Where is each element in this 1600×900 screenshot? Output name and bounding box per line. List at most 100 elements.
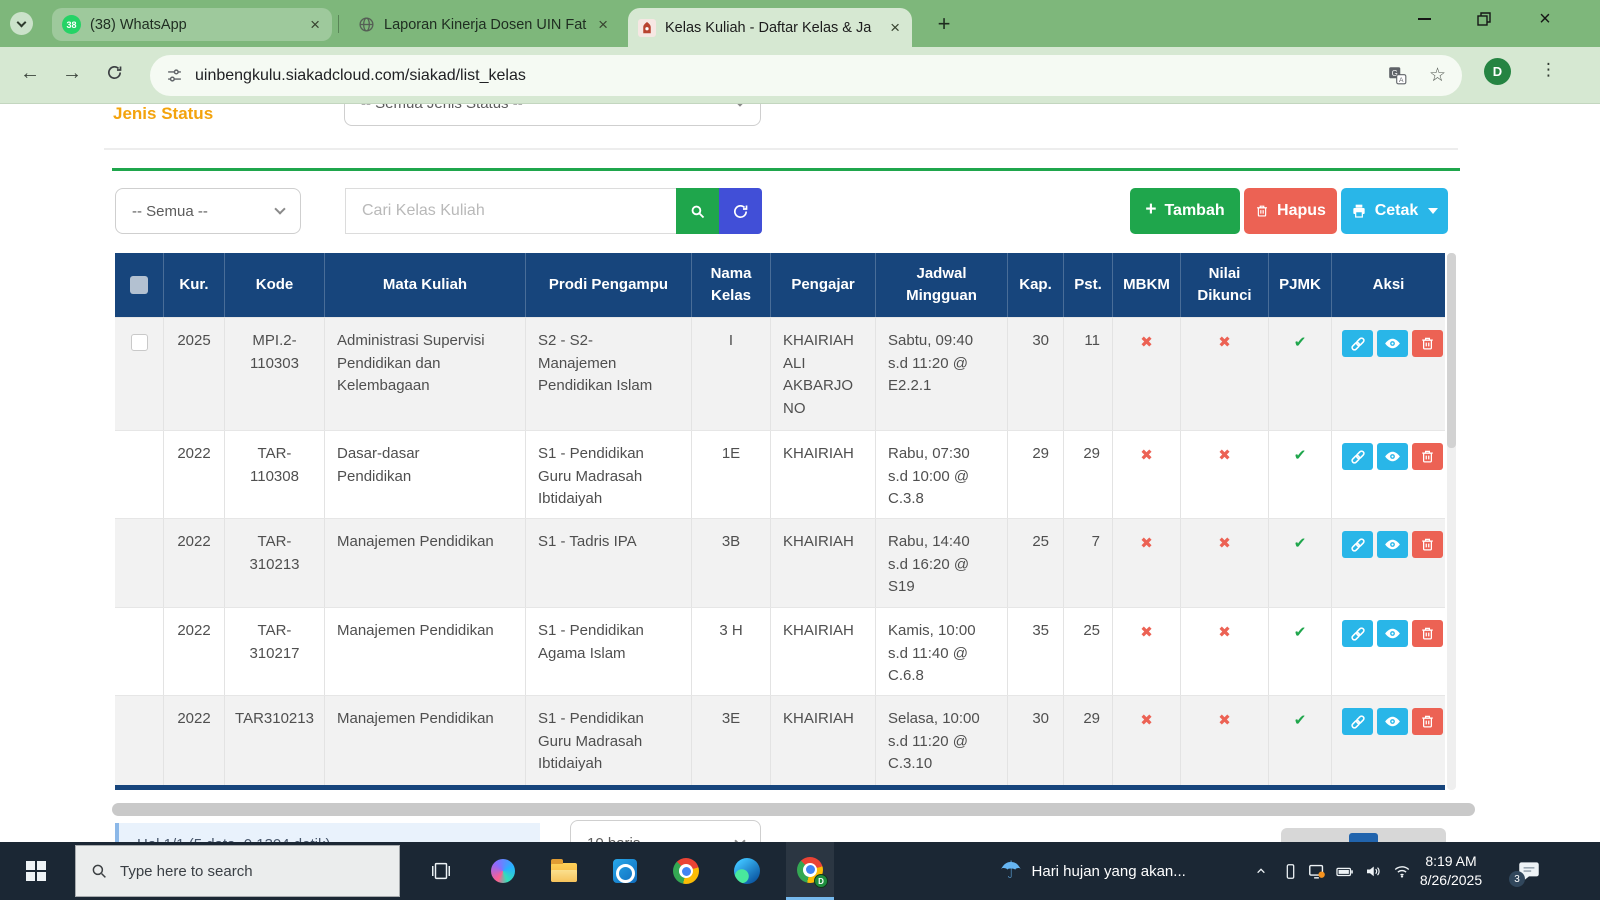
- pjmk-status-icon: ✔: [1294, 533, 1307, 556]
- cell-kur: 2022: [164, 608, 225, 695]
- link-action-button[interactable]: [1342, 330, 1373, 357]
- delete-action-button[interactable]: [1412, 443, 1443, 470]
- tab-close-icon[interactable]: ×: [888, 18, 902, 38]
- filter-select[interactable]: -- Semua --: [115, 188, 301, 234]
- minimize-button[interactable]: [1401, 0, 1447, 38]
- delete-action-button[interactable]: [1412, 620, 1443, 647]
- delete-action-button[interactable]: [1412, 708, 1443, 735]
- tab-kelas-kuliah-active[interactable]: Kelas Kuliah - Daftar Kelas & Ja ×: [628, 8, 912, 47]
- row-checkbox[interactable]: [131, 334, 148, 351]
- search-input[interactable]: [345, 188, 676, 234]
- view-action-button[interactable]: [1377, 531, 1408, 558]
- site-settings-icon[interactable]: [166, 67, 183, 84]
- taskbar-search[interactable]: Type here to search: [75, 845, 400, 897]
- pjmk-status-icon: ✔: [1294, 710, 1307, 733]
- task-view-button[interactable]: [428, 858, 454, 884]
- browser-menu-icon[interactable]: ⋮: [1540, 60, 1557, 80]
- action-center-button[interactable]: 3: [1516, 858, 1542, 884]
- start-button[interactable]: [12, 842, 60, 900]
- tab-search-button[interactable]: [10, 12, 33, 35]
- tambah-button[interactable]: + Tambah: [1130, 188, 1240, 234]
- jenis-status-value: -- Semua Jenis Status --: [361, 104, 523, 112]
- edge-button[interactable]: [734, 858, 760, 884]
- view-action-button[interactable]: [1377, 443, 1408, 470]
- copilot-button[interactable]: [490, 858, 516, 884]
- search-button[interactable]: [676, 188, 719, 234]
- tab-close-icon[interactable]: ×: [596, 15, 610, 35]
- cell-pst: 29: [1064, 696, 1113, 785]
- tab-whatsapp[interactable]: 38 (38) WhatsApp ×: [52, 8, 332, 41]
- back-button[interactable]: ←: [16, 62, 44, 85]
- select-all-checkbox[interactable]: [130, 276, 148, 294]
- omnibox[interactable]: uinbengkulu.siakadcloud.com/siakad/list_…: [150, 55, 1462, 96]
- chrome-button[interactable]: [673, 858, 699, 884]
- new-tab-button[interactable]: +: [930, 10, 958, 38]
- cetak-button[interactable]: Cetak: [1341, 188, 1448, 234]
- link-action-button[interactable]: [1342, 443, 1373, 470]
- chrome-active-window-button[interactable]: D: [786, 842, 834, 900]
- cell-kur: 2022: [164, 519, 225, 607]
- vertical-scrollbar-thumb[interactable]: [1447, 253, 1456, 448]
- chrome-profile-badge: D: [814, 874, 828, 888]
- cell-pjmk: ✔: [1269, 431, 1332, 518]
- taskbar-clock[interactable]: 8:19 AM 8/26/2025: [1408, 852, 1494, 890]
- link-action-button[interactable]: [1342, 708, 1373, 735]
- view-action-button[interactable]: [1377, 330, 1408, 357]
- first-page-button[interactable]: «: [1287, 833, 1316, 842]
- tab-close-icon[interactable]: ×: [308, 15, 322, 35]
- link-action-button[interactable]: [1342, 531, 1373, 558]
- reload-button[interactable]: [100, 64, 128, 87]
- caret-down-icon: [1428, 208, 1438, 214]
- page-1-button[interactable]: 1: [1349, 833, 1378, 842]
- refresh-button[interactable]: [719, 188, 762, 234]
- profile-avatar[interactable]: D: [1484, 58, 1511, 85]
- outlook-button[interactable]: [612, 858, 638, 884]
- cell-nilai_dikunci: ✖: [1181, 696, 1269, 785]
- jenis-status-select[interactable]: -- Semua Jenis Status --: [344, 104, 761, 126]
- tray-expand-button[interactable]: [1251, 861, 1271, 881]
- hapus-button[interactable]: Hapus: [1244, 188, 1337, 234]
- volume-tray-icon[interactable]: [1363, 861, 1383, 881]
- minimize-icon: [1418, 18, 1431, 20]
- filter-select-value: -- Semua --: [132, 203, 208, 220]
- last-page-button[interactable]: »: [1411, 833, 1440, 842]
- file-explorer-button[interactable]: [551, 858, 577, 884]
- column-header-kur: Kur.: [164, 253, 225, 317]
- next-page-button[interactable]: ›: [1380, 833, 1409, 842]
- view-action-button[interactable]: [1377, 620, 1408, 647]
- rows-per-page-select[interactable]: 10 baris: [570, 820, 761, 842]
- cell-pengajar: KHAIRIAH ALI AKBARJONO: [771, 318, 876, 430]
- phone-link-tray-icon[interactable]: [1280, 861, 1300, 881]
- link-action-button[interactable]: [1342, 620, 1373, 647]
- phone-icon: [1282, 863, 1299, 880]
- screen-cast-tray-icon[interactable]: [1306, 861, 1326, 881]
- horizontal-scrollbar[interactable]: [112, 803, 1475, 816]
- cell-kode: TAR310213: [225, 696, 325, 785]
- translate-icon[interactable]: GA: [1388, 66, 1407, 85]
- nilai_dikunci-status-icon: ✖: [1218, 332, 1231, 355]
- refresh-icon: [732, 203, 749, 220]
- view-action-button[interactable]: [1377, 708, 1408, 735]
- column-header-nilai_dikunci: Nilai Dikunci: [1181, 253, 1269, 317]
- bookmark-star-icon[interactable]: ☆: [1429, 64, 1446, 87]
- forward-button[interactable]: →: [58, 62, 86, 85]
- taskbar-weather[interactable]: ☂ Hari hujan yang akan...: [1000, 842, 1186, 900]
- cell-pjmk: ✔: [1269, 608, 1332, 695]
- cell-mbkm: ✖: [1113, 608, 1181, 695]
- cell-pengajar: KHAIRIAH: [771, 696, 876, 785]
- delete-action-button[interactable]: [1412, 330, 1443, 357]
- mbkm-status-icon: ✖: [1140, 445, 1153, 468]
- cell-mata_kuliah: Manajemen Pendidikan: [325, 608, 526, 695]
- prev-page-button[interactable]: ‹: [1318, 833, 1347, 842]
- cell-pengajar: KHAIRIAH: [771, 608, 876, 695]
- kelas-table: Kur.KodeMata KuliahProdi PengampuNama Ke…: [115, 253, 1445, 785]
- column-header-mata_kuliah: Mata Kuliah: [325, 253, 526, 317]
- close-button[interactable]: ×: [1522, 0, 1568, 38]
- tab-laporan-kinerja[interactable]: Laporan Kinerja Dosen UIN Fatr ×: [348, 8, 620, 41]
- pagination: « ‹ 1 › »: [1281, 828, 1446, 842]
- battery-tray-icon[interactable]: [1334, 861, 1354, 881]
- cell-pst: 25: [1064, 608, 1113, 695]
- delete-action-button[interactable]: [1412, 531, 1443, 558]
- maximize-button[interactable]: [1461, 0, 1507, 38]
- siakad-favicon: [638, 19, 656, 37]
